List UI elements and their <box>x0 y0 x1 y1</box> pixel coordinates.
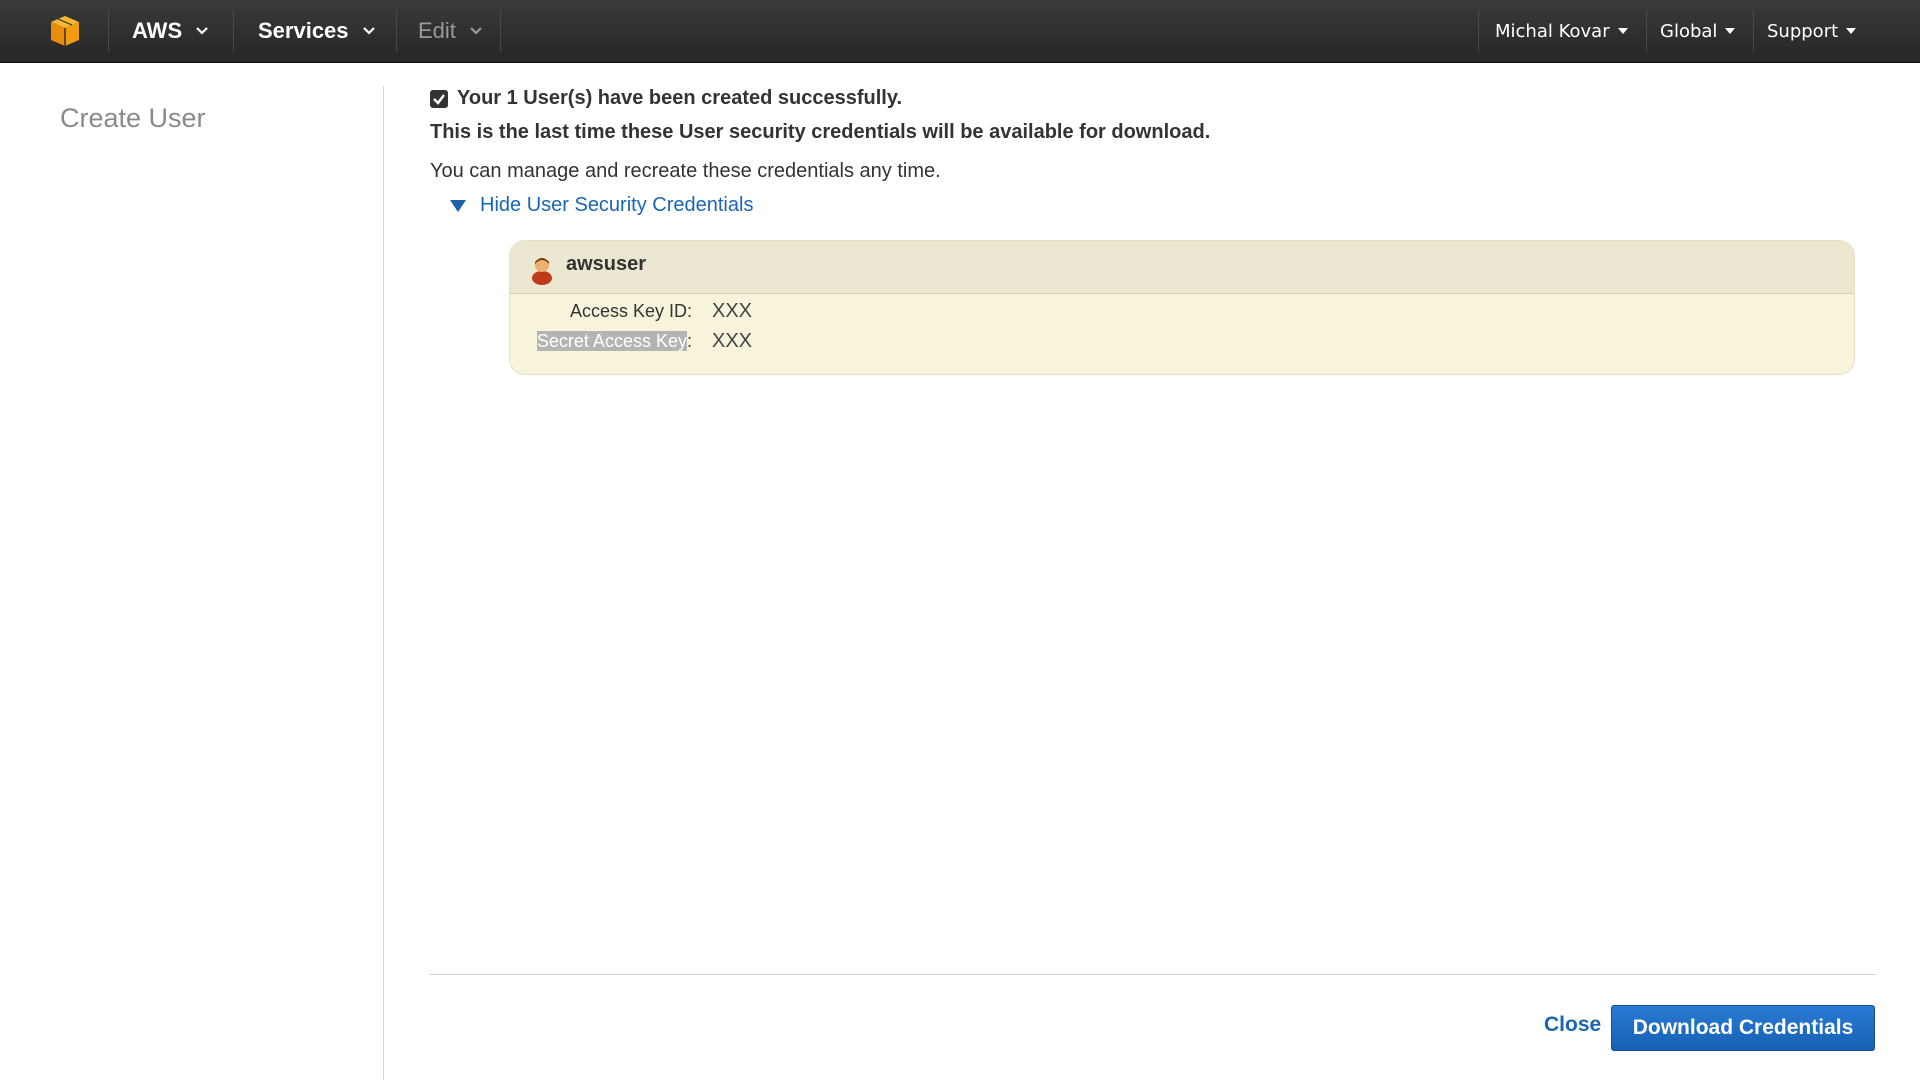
download-credentials-button[interactable]: Download Credentials <box>1611 1005 1875 1051</box>
warning-message: This is the last time these User securit… <box>430 121 1211 143</box>
region-name: Global <box>1660 20 1718 42</box>
edit-menu-label: Edit <box>418 18 456 43</box>
access-key-value[interactable]: XXX <box>712 300 752 323</box>
chevron-down-icon <box>362 27 375 35</box>
caret-down-icon <box>1617 28 1628 34</box>
services-menu-label: Services <box>258 18 349 43</box>
caret-down-icon <box>1725 28 1736 34</box>
credentials-panel-header: awsuser <box>510 241 1854 294</box>
access-key-label: Access Key ID: <box>569 300 692 321</box>
secret-key-row: Secret Access Key: XXX <box>510 329 752 353</box>
secret-key-label-colon: : <box>686 330 692 351</box>
account-name: Michal Kovar <box>1495 20 1610 42</box>
nav-separator <box>233 10 234 52</box>
services-menu[interactable]: Services <box>258 0 375 62</box>
hide-credentials-toggle[interactable]: Hide User Security Credentials <box>450 194 753 217</box>
top-navigation-bar: AWS Services Edit Michal Kovar Global Su… <box>0 0 1920 63</box>
edit-menu[interactable]: Edit <box>418 0 482 62</box>
manage-message: You can manage and recreate these creden… <box>430 160 941 182</box>
selected-text: Secret Access Key <box>536 330 687 351</box>
account-menu[interactable]: Michal Kovar <box>1495 0 1628 62</box>
support-menu[interactable]: Support <box>1767 0 1857 62</box>
success-text: Your 1 User(s) have been created success… <box>457 87 903 109</box>
credential-username: awsuser <box>566 252 647 275</box>
close-button[interactable]: Close <box>1544 1013 1601 1037</box>
nav-separator <box>500 10 501 52</box>
nav-separator <box>1753 10 1754 52</box>
checkbox-checked-icon <box>430 89 448 108</box>
caret-down-icon <box>1846 28 1857 34</box>
user-icon <box>532 258 552 285</box>
sidebar-divider <box>383 86 384 1080</box>
secret-key-value[interactable]: XXX <box>712 330 752 353</box>
footer-divider <box>430 974 1876 975</box>
nav-separator <box>1478 10 1479 52</box>
support-label: Support <box>1767 20 1839 42</box>
nav-separator <box>1646 10 1647 52</box>
success-message: Your 1 User(s) have been created success… <box>430 87 902 110</box>
nav-separator <box>396 10 397 52</box>
nav-separator <box>108 10 109 52</box>
access-key-row: Access Key ID: XXX <box>510 299 752 323</box>
aws-menu[interactable]: AWS <box>132 0 208 62</box>
secret-key-label: Secret Access Key: <box>510 330 692 352</box>
aws-cube-icon[interactable] <box>48 14 82 48</box>
region-menu[interactable]: Global <box>1660 0 1736 62</box>
chevron-down-icon <box>470 27 482 35</box>
triangle-down-icon <box>450 199 466 212</box>
aws-menu-label: AWS <box>132 18 183 43</box>
credentials-panel: awsuser Access Key ID: XXX Secret Access… <box>509 240 1855 375</box>
hide-credentials-link[interactable]: Hide User Security Credentials <box>480 194 753 217</box>
chevron-down-icon <box>196 27 208 35</box>
wizard-step-title: Create User <box>60 103 206 133</box>
